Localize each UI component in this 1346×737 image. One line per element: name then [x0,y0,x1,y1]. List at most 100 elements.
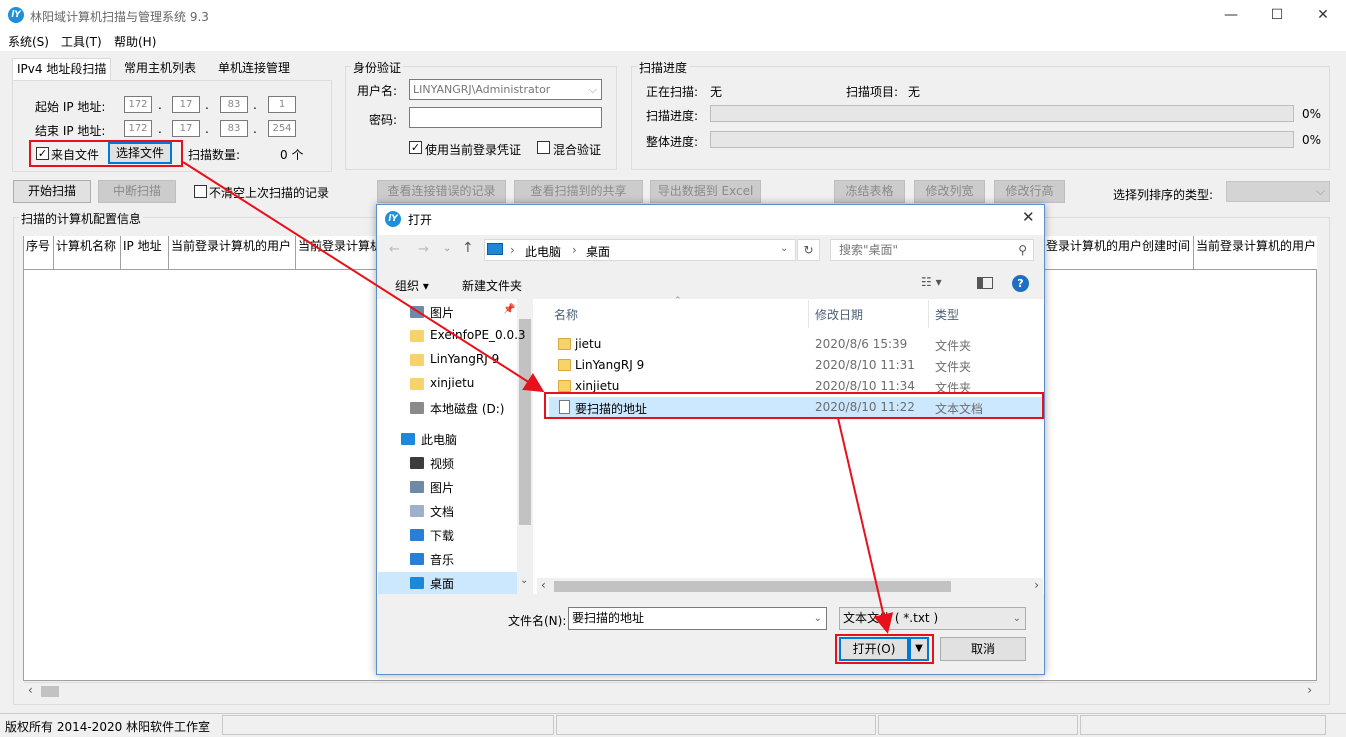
scroll-right-icon[interactable]: › [1034,578,1039,592]
scroll-left-icon[interactable]: ‹ [541,578,546,592]
end-ip-octet-1[interactable]: 172 [124,120,152,137]
scroll-down-icon[interactable]: ⌄ [520,575,528,586]
col-header-current-login[interactable]: 当前登录计算机 [296,236,381,270]
forward-arrow-icon[interactable]: → [418,242,429,257]
row-height-button[interactable]: 修改行高 [994,180,1065,203]
start-ip-octet-3[interactable]: 83 [220,96,248,113]
menu-help[interactable]: 帮助(H) [114,33,156,50]
start-ip-octet-1[interactable]: 172 [124,96,152,113]
col-header-computer-name[interactable]: 计算机名称 [54,236,121,270]
export-excel-button[interactable]: 导出数据到 Excel [650,180,761,203]
password-label: 密码: [369,113,398,127]
choose-file-button[interactable]: 选择文件 [108,142,172,164]
address-dropdown-icon[interactable]: ⌄ [780,243,788,254]
stop-scan-button[interactable]: 中断扫描 [98,180,176,203]
view-errors-button[interactable]: 查看连接错误的记录 [377,180,506,203]
use-current-credentials-checkbox[interactable]: ✓ [409,141,422,154]
cancel-button[interactable]: 取消 [940,637,1026,661]
nav-item-label[interactable]: 本地磁盘 (D:) [430,400,504,417]
file-type: 文件夹 [935,381,972,395]
col-header-user-created[interactable]: 登录计算机的用户创建时间 [1044,236,1194,270]
menu-system[interactable]: 系统(S) [8,33,49,50]
help-icon[interactable]: ? [1012,275,1029,292]
file-type: 文件夹 [935,360,972,374]
start-ip-octet-2[interactable]: 17 [172,96,200,113]
table-horizontal-scrollbar[interactable]: ‹ › [24,682,1316,699]
col-header-type[interactable]: 类型 [935,306,959,323]
tab-single-connection[interactable]: 单机连接管理 [214,58,294,80]
col-header-current-user[interactable]: 当前登录计算机的用户 [169,236,296,270]
start-scan-button[interactable]: 开始扫描 [13,180,91,203]
tab-common-hosts[interactable]: 常用主机列表 [120,58,200,80]
nav-item-label[interactable]: 音乐 [430,551,454,568]
file-row[interactable]: xinjietu 2020/8/10 11:34 文件夹 [549,376,1043,397]
column-width-button[interactable]: 修改列宽 [914,180,985,203]
end-ip-octet-4[interactable]: 254 [268,120,296,137]
scroll-thumb[interactable] [41,686,59,697]
col-header-name[interactable]: 名称 [554,306,578,323]
file-row[interactable]: LinYangRJ 9 2020/8/10 11:31 文件夹 [549,355,1043,376]
nav-item-label[interactable]: 桌面 [430,575,454,592]
pin-icon[interactable]: 📌 [503,304,515,315]
file-row[interactable]: jietu 2020/8/6 15:39 文件夹 [549,334,1043,355]
menu-tools[interactable]: 工具(T) [61,33,102,50]
start-ip-octet-4[interactable]: 1 [268,96,296,113]
back-arrow-icon[interactable]: ← [389,242,400,257]
nav-scroll-thumb[interactable] [519,319,531,525]
nav-scrollbar[interactable]: ⌄ [517,299,533,594]
new-folder-button[interactable]: 新建文件夹 [462,277,522,294]
address-bar[interactable]: › 此电脑 › 桌面 ⌄ [484,239,796,261]
search-input[interactable]: 搜索"桌面" ⚲ [830,239,1034,261]
col-header-date[interactable]: 修改日期 [815,306,863,323]
dialog-title: 打开 [408,213,433,227]
nav-item-label[interactable]: 文档 [430,503,454,520]
file-scroll-thumb[interactable] [554,581,951,592]
filename-input[interactable]: 要扫描的地址 ⌄ [568,607,827,630]
view-shares-button[interactable]: 查看扫描到的共享 [514,180,643,203]
file-type-select[interactable]: 文本文件 ( *.txt ) ⌄ [839,607,1026,630]
minimize-button[interactable]: — [1208,0,1254,31]
view-options-icon[interactable]: ☷ ▾ [921,275,942,289]
freeze-table-button[interactable]: 冻结表格 [834,180,905,203]
nav-item-label[interactable]: 图片 [430,479,454,496]
preview-pane-icon[interactable] [977,277,993,289]
file-horizontal-scrollbar[interactable]: ‹ › [537,578,1043,595]
breadcrumb-desktop[interactable]: 桌面 [586,243,610,260]
password-field[interactable] [409,107,602,128]
recent-dropdown-icon[interactable]: ⌄ [443,243,451,254]
col-header-ip[interactable]: IP 地址 [121,236,169,270]
nav-item-label[interactable]: ExeinfoPE_0.0.3 [430,328,526,342]
end-ip-octet-3[interactable]: 83 [220,120,248,137]
tab-ipv4-scan[interactable]: IPv4 地址段扫描 [12,58,112,80]
nav-item-label[interactable]: 视频 [430,455,454,472]
open-dropdown-icon[interactable]: ▼ [909,637,929,661]
file-row[interactable]: 要扫描的地址 2020/8/10 11:22 文本文档 [549,397,1043,418]
end-ip-octet-2[interactable]: 17 [172,120,200,137]
column-divider[interactable] [808,300,809,328]
breadcrumb-this-pc[interactable]: 此电脑 [525,243,561,260]
nav-item-label[interactable]: LinYangRJ 9 [430,352,499,366]
column-divider[interactable] [928,300,929,328]
up-arrow-icon[interactable]: ↑ [462,240,474,256]
close-button[interactable]: ✕ [1300,0,1346,31]
col-header-index[interactable]: 序号 [24,236,54,270]
col-header-current-user-2[interactable]: 当前登录计算机的用户 [1194,236,1317,270]
keep-last-checkbox[interactable] [194,185,207,198]
mixed-auth-checkbox[interactable] [537,141,550,154]
username-select[interactable]: LINYANGRJ\Administrator ⌵ [409,79,602,100]
nav-item-label[interactable]: xinjietu [430,376,474,390]
sort-up-icon: ⌃ [674,296,682,306]
nav-item-label[interactable]: 图片 [430,304,454,321]
scroll-left-icon[interactable]: ‹ [28,683,33,697]
refresh-icon[interactable]: ↻ [797,239,820,261]
from-file-checkbox[interactable]: ✓ [36,147,49,160]
maximize-button[interactable]: ☐ [1254,0,1300,31]
open-button[interactable]: 打开(O) [839,637,909,661]
nav-item-label[interactable]: 此电脑 [421,431,457,448]
chevron-down-icon: ⌄ [813,613,822,624]
nav-item-label[interactable]: 下载 [430,527,454,544]
scroll-right-icon[interactable]: › [1307,683,1312,697]
sort-type-select[interactable]: ⌵ [1226,181,1330,202]
dialog-close-icon[interactable]: ✕ [1022,208,1035,226]
organize-menu[interactable]: 组织 ▾ [395,277,429,294]
